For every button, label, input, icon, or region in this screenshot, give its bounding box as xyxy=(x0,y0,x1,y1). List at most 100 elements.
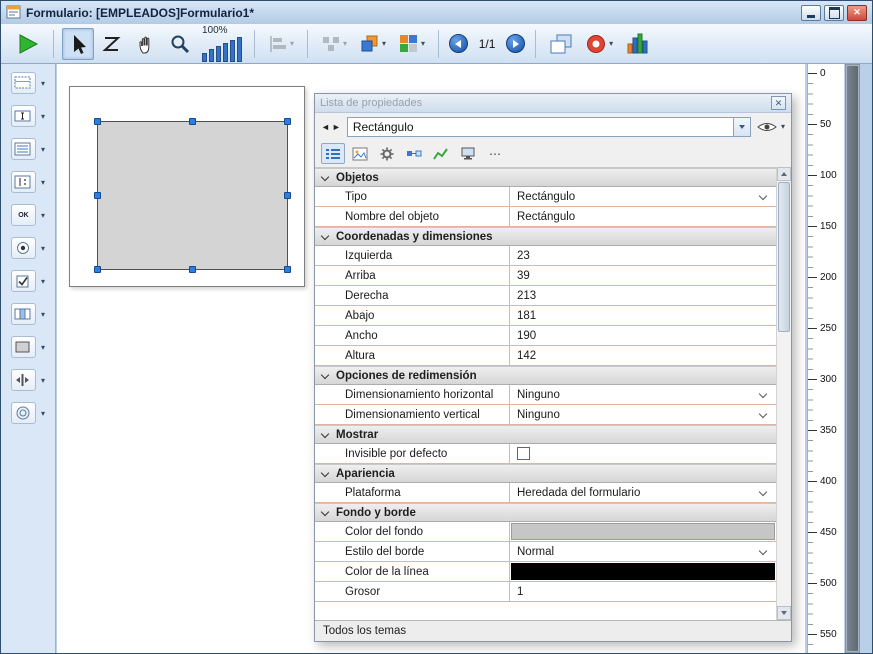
execute-form-button[interactable] xyxy=(11,28,45,60)
color-palette-button[interactable]: ▾ xyxy=(393,28,430,60)
object-selector-combo[interactable]: Rectángulo xyxy=(347,117,751,137)
next-object-icon[interactable]: ► xyxy=(332,122,341,132)
property-value-field[interactable]: 39 xyxy=(510,266,776,285)
tool-text-area[interactable]: ▾ xyxy=(1,171,55,193)
next-page-button[interactable] xyxy=(506,34,525,53)
chevron-down-icon[interactable]: ▾ xyxy=(41,244,45,253)
distribute-objects-button[interactable]: ▾ xyxy=(316,28,352,60)
zoom-level-widget[interactable]: 100% xyxy=(202,25,242,62)
tab-picture[interactable] xyxy=(348,143,372,164)
chevron-down-icon[interactable]: ▾ xyxy=(41,310,45,319)
section-apariencia[interactable]: Apariencia xyxy=(315,464,776,483)
titlebar[interactable]: Formulario: [EMPLEADOS]Formulario1* ✕ xyxy=(1,1,872,24)
tool-text-input[interactable]: ▾ xyxy=(1,105,55,127)
section-objetos[interactable]: Objetos xyxy=(315,168,776,187)
chevron-down-icon[interactable]: ▾ xyxy=(41,145,45,154)
pan-tool-button[interactable] xyxy=(130,28,162,60)
resize-handle-top-right[interactable] xyxy=(284,118,291,125)
property-value-field[interactable]: 190 xyxy=(510,326,776,345)
object-order-button[interactable]: ▾ xyxy=(354,28,391,60)
pointer-tool-button[interactable] xyxy=(62,28,94,60)
tab-more[interactable]: ⋯ xyxy=(483,143,507,164)
section-redimension[interactable]: Opciones de redimensión xyxy=(315,366,776,385)
combo-dropdown-button[interactable] xyxy=(733,118,750,136)
tab-properties[interactable] xyxy=(321,143,345,164)
chevron-down-icon[interactable]: ▾ xyxy=(41,277,45,286)
resize-handle-middle-right[interactable] xyxy=(284,192,291,199)
resize-handle-top-left[interactable] xyxy=(94,118,101,125)
tool-button[interactable]: OK ▾ xyxy=(1,204,55,226)
chevron-down-icon[interactable]: ▾ xyxy=(41,79,45,88)
canvas-vertical-scrollbar[interactable] xyxy=(845,64,860,653)
toolbar-separator xyxy=(53,30,54,58)
resize-handle-bottom-right[interactable] xyxy=(284,266,291,273)
property-value-field[interactable]: Rectángulo xyxy=(510,207,776,226)
tool-rectangle[interactable]: ▾ xyxy=(1,336,55,358)
tool-checkbox[interactable]: ▾ xyxy=(1,270,55,292)
tab-settings[interactable] xyxy=(375,143,399,164)
palette-titlebar[interactable]: Lista de propiedades ✕ xyxy=(315,94,791,113)
line-color-swatch[interactable] xyxy=(511,563,775,580)
chevron-down-icon[interactable]: ▾ xyxy=(41,211,45,220)
chart-button[interactable] xyxy=(620,28,654,60)
invisible-checkbox[interactable] xyxy=(517,447,530,460)
property-value-field[interactable]: 142 xyxy=(510,346,776,365)
section-fondo-borde[interactable]: Fondo y borde xyxy=(315,503,776,522)
previous-object-icon[interactable]: ◄ xyxy=(321,122,330,132)
previous-page-button[interactable] xyxy=(449,34,468,53)
scroll-down-button[interactable] xyxy=(777,606,791,620)
palette-scrollbar[interactable] xyxy=(776,167,791,620)
scrollbar-thumb[interactable] xyxy=(778,182,790,332)
tab-display[interactable] xyxy=(456,143,480,164)
chevron-down-icon[interactable]: ▾ xyxy=(41,343,45,352)
chevron-down-icon[interactable]: ▾ xyxy=(41,112,45,121)
tool-oval[interactable]: ▾ xyxy=(1,402,55,424)
tool-splitter[interactable]: ▾ xyxy=(1,369,55,391)
maximize-button[interactable] xyxy=(824,5,844,21)
property-value-field[interactable]: 181 xyxy=(510,306,776,325)
resize-handle-middle-left[interactable] xyxy=(94,192,101,199)
section-coordenadas[interactable]: Coordenadas y dimensiones xyxy=(315,227,776,246)
palette-close-button[interactable]: ✕ xyxy=(771,96,786,110)
tab-chart[interactable] xyxy=(429,143,453,164)
scrollbar-thumb[interactable] xyxy=(847,66,858,651)
tool-button-grid[interactable]: ▾ xyxy=(1,303,55,325)
tab-data-source[interactable] xyxy=(402,143,426,164)
button-grid-icon xyxy=(11,303,36,325)
property-value-field[interactable]: 1 xyxy=(510,582,776,601)
background-color-swatch[interactable] xyxy=(511,523,775,540)
checkbox-icon xyxy=(11,270,36,292)
property-value-dropdown[interactable]: Rectángulo xyxy=(510,187,776,206)
section-mostrar[interactable]: Mostrar xyxy=(315,425,776,444)
stop-conditions-button[interactable]: ▾ xyxy=(580,28,618,60)
zoom-bars-icon[interactable] xyxy=(202,37,242,62)
chevron-down-icon[interactable]: ▾ xyxy=(41,178,45,187)
property-value-field[interactable]: 213 xyxy=(510,286,776,305)
property-value-dropdown[interactable]: Ninguno xyxy=(510,385,776,404)
draw-tool-button[interactable] xyxy=(96,28,128,60)
view-options-button[interactable]: ▾ xyxy=(757,120,785,134)
tool-field[interactable]: ▾ xyxy=(1,72,55,94)
property-value-text: Ninguno xyxy=(517,409,560,421)
resize-handle-bottom-left[interactable] xyxy=(94,266,101,273)
scroll-up-button[interactable] xyxy=(777,167,791,181)
resize-handle-bottom-middle[interactable] xyxy=(189,266,196,273)
selected-rectangle-object[interactable] xyxy=(97,121,288,270)
align-objects-button[interactable]: ▾ xyxy=(263,28,299,60)
tool-list-box[interactable]: ▾ xyxy=(1,138,55,160)
chevron-down-icon[interactable]: ▾ xyxy=(41,409,45,418)
minimize-button[interactable] xyxy=(801,5,821,21)
zoom-tool-button[interactable] xyxy=(164,28,196,60)
display-levels-button[interactable] xyxy=(544,28,578,60)
themes-toggle-label[interactable]: Todos los temas xyxy=(323,625,406,637)
property-value-dropdown[interactable]: Ninguno xyxy=(510,405,776,424)
property-value-dropdown[interactable]: Heredada del formulario xyxy=(510,483,776,502)
property-value-dropdown[interactable]: Normal xyxy=(510,542,776,561)
form-page[interactable] xyxy=(69,86,305,287)
tool-radio-button[interactable]: ▾ xyxy=(1,237,55,259)
chevron-down-icon[interactable]: ▾ xyxy=(41,376,45,385)
property-value-field[interactable]: 23 xyxy=(510,246,776,265)
property-list-palette[interactable]: Lista de propiedades ✕ ◄ ► Rectángulo ▾ xyxy=(314,93,792,642)
close-button[interactable]: ✕ xyxy=(847,5,867,21)
resize-handle-top-middle[interactable] xyxy=(189,118,196,125)
